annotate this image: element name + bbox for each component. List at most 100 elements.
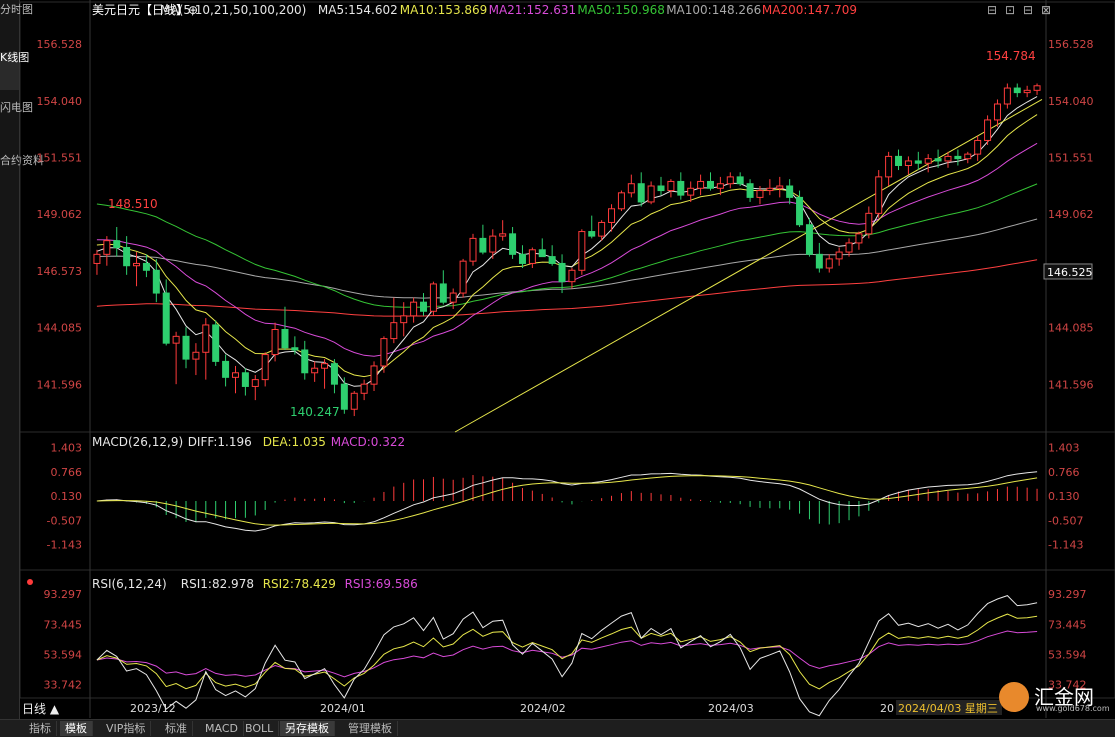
price-tick-right: 156.528	[1048, 38, 1094, 51]
candle-body	[518, 253, 526, 264]
tab-kline-chart[interactable]: K线图	[0, 52, 29, 90]
candle-body	[815, 253, 823, 269]
window-button: ⊠	[1041, 3, 1051, 17]
candle-body	[330, 363, 338, 385]
cursor-date: 2024/04/03 星期三	[898, 702, 998, 715]
macd-dea-line	[96, 475, 1038, 526]
high-annotation: 154.784	[986, 49, 1036, 63]
candle-body	[1033, 85, 1041, 91]
macd-tick-right: 0.766	[1048, 466, 1080, 479]
price-tick-right: 154.040	[1048, 95, 1094, 108]
candle-body	[172, 335, 180, 344]
candle-body	[835, 251, 843, 260]
annotation-148-510: 148.510	[108, 197, 158, 211]
candle-body	[825, 258, 833, 269]
candle-body	[568, 269, 576, 283]
candle-body	[241, 372, 249, 387]
candle-body	[360, 383, 368, 394]
candle-body	[805, 224, 813, 255]
macd-tick-left: 0.130	[51, 490, 83, 503]
candle-body	[231, 372, 239, 378]
candle-body	[133, 262, 141, 267]
rsi-tick-left: 93.297	[44, 588, 83, 601]
rsi-header-item: RSI(6,12,24)	[92, 577, 167, 591]
candle-body	[380, 338, 388, 367]
macd-tick-right: 0.130	[1048, 490, 1080, 503]
candle-body	[627, 183, 635, 194]
macd-header-item: DIFF:1.196	[188, 435, 252, 449]
candle-body	[370, 365, 378, 385]
price-tick-left: 149.062	[37, 208, 83, 221]
candle-body	[459, 260, 467, 294]
candle-body	[113, 240, 121, 249]
candle-body	[182, 335, 190, 360]
rsi-tick-left: 53.594	[44, 649, 83, 662]
candle-body	[1023, 89, 1031, 94]
candle-body	[984, 119, 992, 141]
tab-timeshare-chart[interactable]: 分时图	[0, 4, 33, 42]
candle-body	[261, 354, 269, 381]
candle-body	[222, 360, 230, 378]
logo-url: www.gold678.com	[1036, 704, 1110, 713]
candle-body	[142, 262, 150, 271]
tab-save-template[interactable]: 另存模板	[280, 721, 335, 736]
candle-body	[1013, 87, 1021, 94]
rsi-header-item: RSI3:69.586	[345, 577, 418, 591]
price-header-item: MA200:147.709	[762, 3, 857, 17]
candle-body	[993, 103, 1001, 121]
candle-body	[350, 392, 358, 410]
rsi-tick-right: 93.297	[1048, 588, 1087, 601]
candle-body	[865, 212, 873, 235]
candle-body	[291, 347, 299, 351]
price-header-item: MA50:150.968	[577, 3, 665, 17]
candle-body	[766, 187, 774, 192]
window-button: ⊡	[1005, 3, 1015, 17]
tab-manage-templates[interactable]: 管理模板	[343, 721, 398, 736]
period-selector-button[interactable]: 日线 ▲	[22, 701, 59, 718]
panel-frame-1	[20, 431, 1115, 571]
rsi-indicator-dot	[27, 579, 33, 585]
tab-macd[interactable]: MACD	[200, 721, 244, 736]
candle-body	[855, 233, 863, 244]
candle-body	[617, 192, 625, 210]
candle-body	[321, 363, 329, 369]
ma5-line	[96, 96, 1038, 387]
candle-body	[281, 329, 289, 349]
tab-standard[interactable]: 标准	[160, 721, 193, 736]
price-tick-left: 151.551	[37, 152, 83, 165]
candle-body	[93, 253, 101, 264]
tab-contract-info[interactable]: 合约资料	[0, 155, 44, 207]
candle-body	[716, 183, 724, 189]
candle-body	[667, 180, 675, 192]
trendline	[454, 99, 1043, 433]
candle-body	[647, 185, 655, 203]
macd-tick-left: 0.766	[51, 466, 83, 479]
candle-body	[756, 190, 764, 198]
rsi-tick-left: 73.445	[44, 618, 83, 631]
kline-chart[interactable]: 156.528 156.528 154.040 154.040 151.551 151.5…	[20, 0, 1115, 718]
candle-body	[964, 153, 972, 160]
candle-body	[489, 235, 497, 253]
candle-body	[904, 160, 912, 166]
tab-boll[interactable]: BOLL	[240, 721, 280, 736]
annotation-140-247: 140.247	[290, 405, 340, 419]
candle-body	[588, 231, 596, 237]
tab-vip-indicators[interactable]: VIP指标	[101, 721, 152, 736]
x-axis-label: 2024/03	[708, 702, 754, 715]
tab-templates[interactable]: 模板	[60, 721, 93, 736]
tab-flash-chart[interactable]: 闪电图	[0, 102, 33, 140]
candle-body	[449, 292, 457, 303]
candle-body	[152, 269, 160, 294]
macd-tick-right: -0.507	[1048, 514, 1083, 527]
price-tick-left: 154.040	[37, 95, 83, 108]
price-tick-right: 151.551	[1048, 152, 1094, 165]
macd-header-item: MACD(26,12,9)	[92, 435, 183, 449]
gold678-logo: 汇金网 www.gold678.com	[999, 680, 1111, 716]
tab-indicators[interactable]: 指标	[24, 721, 57, 736]
macd-tick-left: 1.403	[51, 442, 83, 455]
candle-body	[598, 221, 606, 237]
candle-body	[123, 247, 131, 267]
ma200-line	[96, 259, 1038, 317]
window-button: ⊟	[987, 3, 997, 17]
panel-frame-0	[20, 1, 1115, 433]
